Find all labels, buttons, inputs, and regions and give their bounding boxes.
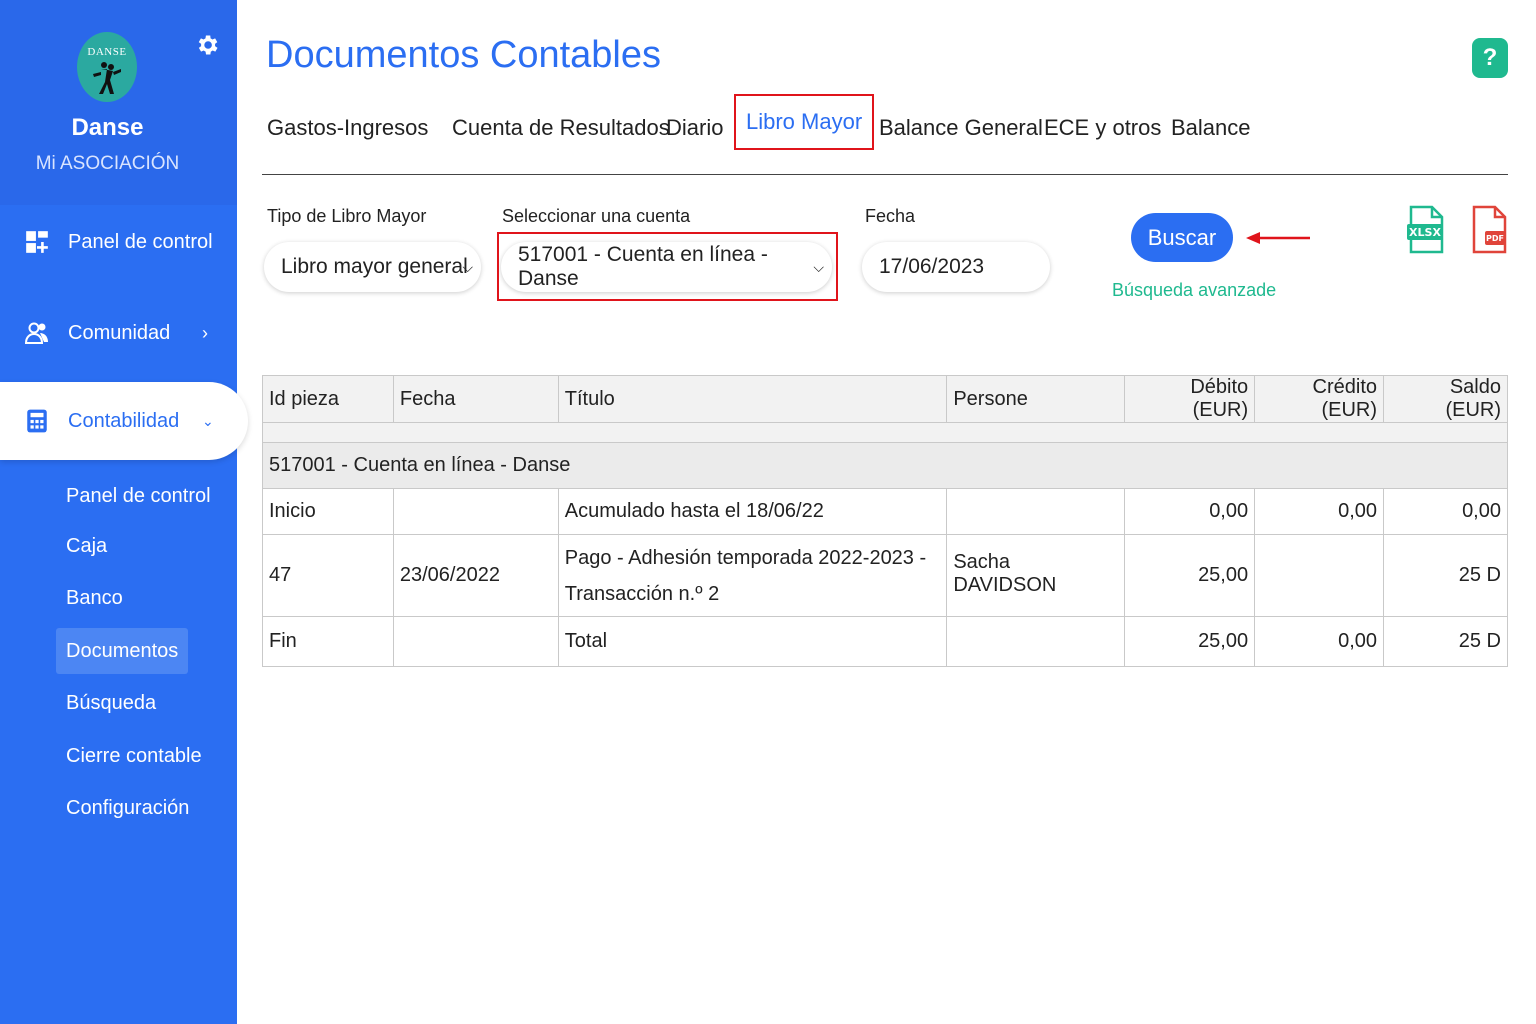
ledger-type-label: Tipo de Libro Mayor	[267, 206, 427, 226]
column-header[interactable]: Crédito (EUR)	[1254, 375, 1385, 423]
advanced-search-link[interactable]: Búsqueda avanzade	[1112, 280, 1276, 301]
date-value: 17/06/2023	[879, 255, 985, 278]
tab-ece-y-otros[interactable]: ECE y otros	[1044, 108, 1161, 148]
cell-debit: 0,00	[1124, 488, 1256, 535]
subnav-configuracion[interactable]: Configuración	[56, 785, 199, 831]
cell-credit	[1254, 534, 1385, 617]
dashboard-icon	[26, 231, 48, 253]
chevron-down-icon: ⌄	[202, 412, 214, 429]
dancers-icon	[93, 62, 121, 94]
settings-gear-icon[interactable]	[194, 32, 220, 58]
table-row: 47 23/06/2022 Pago - Adhesión temporada …	[262, 534, 1508, 617]
spacer-row	[262, 422, 1508, 443]
account-group-label: 517001 - Cuenta en línea - Danse	[262, 442, 1508, 489]
cell-date	[392, 488, 559, 535]
cell-debit: 25,00	[1124, 616, 1256, 667]
subnav-documentos[interactable]: Documentos	[56, 628, 189, 674]
cell-date: 23/06/2022	[392, 534, 559, 617]
cell-title: Pago - Adhesión temporada 2022-2023 - Tr…	[557, 534, 948, 617]
nav-contabilidad[interactable]: Contabilidad ⌄	[0, 382, 248, 460]
column-header[interactable]: Id pieza	[262, 375, 394, 423]
cell-balance: 25 D	[1383, 616, 1508, 667]
cell-id[interactable]: 47	[262, 534, 394, 617]
cell-balance: 0,00	[1383, 488, 1508, 535]
cell-person	[946, 616, 1126, 667]
column-header[interactable]: Débito (EUR)	[1124, 375, 1256, 423]
cell-person	[946, 488, 1126, 535]
ledger-table: Id pieza Fecha Título Persone Débito (EU…	[262, 375, 1508, 667]
account-label: Seleccionar una cuenta	[502, 206, 691, 226]
nav-label: Panel de control	[68, 230, 213, 253]
date-label: Fecha	[865, 206, 916, 226]
cell-balance: 25 D	[1383, 534, 1508, 617]
column-header[interactable]: Fecha	[392, 375, 559, 423]
sidebar: DANSE Danse Mi ASOCIACIÓN Panel de contr…	[0, 0, 248, 1024]
table-header-row: Id pieza Fecha Título Persone Débito (EU…	[262, 375, 1508, 423]
community-icon	[24, 322, 48, 344]
subnav-cierre-contable[interactable]: Cierre contable	[56, 733, 212, 779]
pdf-label: PDF	[1486, 234, 1504, 243]
cell-date	[392, 616, 559, 667]
cell-title: Total	[557, 616, 948, 667]
cell-debit: 25,00	[1124, 534, 1256, 617]
cell-title-line1: Pago - Adhesión temporada 2022-2023 -	[564, 546, 927, 569]
cell-title: Acumulado hasta el 18/06/22	[557, 488, 948, 535]
tab-balance-general[interactable]: Balance General	[879, 108, 1043, 148]
nav-label: Comunidad	[68, 321, 171, 344]
nav-label: Contabilidad	[68, 409, 180, 432]
subnav-busqueda[interactable]: Búsqueda	[56, 680, 166, 726]
cell-credit: 0,00	[1254, 488, 1385, 535]
xlsx-label: XLSX	[1409, 226, 1441, 239]
cell-credit: 0,00	[1254, 616, 1385, 667]
column-header[interactable]: Persone	[946, 375, 1126, 423]
tab-diario[interactable]: Diario	[666, 108, 723, 148]
account-group-row: 517001 - Cuenta en línea - Danse	[262, 442, 1508, 489]
sidebar-header: DANSE Danse Mi ASOCIACIÓN	[0, 0, 237, 205]
subnav-caja[interactable]: Caja	[56, 523, 117, 569]
page-title: Documentos Contables	[266, 34, 661, 76]
spacer-cell	[262, 422, 1508, 443]
organization-name: Danse	[71, 114, 144, 141]
ledger-type-select[interactable]: Libro mayor general ⌵	[264, 242, 481, 292]
tab-gastos-ingresos[interactable]: Gastos-Ingresos	[267, 108, 428, 148]
nav-panel-de-control[interactable]: Panel de control	[0, 212, 237, 272]
table-row: Inicio Acumulado hasta el 18/06/22 0,00 …	[262, 488, 1508, 535]
cell-id: Fin	[262, 616, 394, 667]
ledger-type-value: Libro mayor general	[281, 255, 468, 278]
subnav-banco[interactable]: Banco	[56, 575, 133, 621]
tabs-divider	[262, 174, 1508, 175]
date-input[interactable]: 17/06/2023	[862, 242, 1050, 292]
subnav-panel-de-control[interactable]: Panel de control	[56, 473, 221, 519]
search-button[interactable]: Buscar	[1131, 213, 1233, 262]
arrow-left-icon	[1246, 232, 1310, 244]
chevron-right-icon: ›	[202, 322, 208, 343]
xlsx-export-icon[interactable]: XLSX	[1406, 205, 1446, 255]
tab-cuenta-de-resultados[interactable]: Cuenta de Resultados	[452, 108, 670, 148]
cell-id: Inicio	[262, 488, 394, 535]
help-button[interactable]: ?	[1472, 38, 1508, 78]
table-row: Fin Total 25,00 0,00 25 D	[262, 616, 1508, 667]
tab-balance[interactable]: Balance	[1171, 108, 1251, 148]
organization-subtitle: Mi ASOCIACIÓN	[35, 153, 180, 174]
organization-logo: DANSE	[77, 32, 137, 102]
nav-comunidad[interactable]: Comunidad ›	[0, 303, 237, 363]
logo-text: DANSE	[87, 46, 127, 58]
tab-libro-mayor[interactable]: Libro Mayor	[734, 94, 875, 150]
column-header[interactable]: Título	[557, 375, 948, 423]
cell-person: Sacha DAVIDSON	[946, 534, 1126, 617]
chevron-down-icon: ⌵	[462, 258, 473, 275]
calculator-icon	[27, 409, 47, 433]
pdf-export-icon[interactable]: PDF	[1469, 205, 1509, 255]
column-header[interactable]: Saldo (EUR)	[1383, 375, 1508, 423]
cell-title-line2: Transacción n.º 2	[564, 582, 720, 605]
highlight-box	[497, 232, 838, 301]
